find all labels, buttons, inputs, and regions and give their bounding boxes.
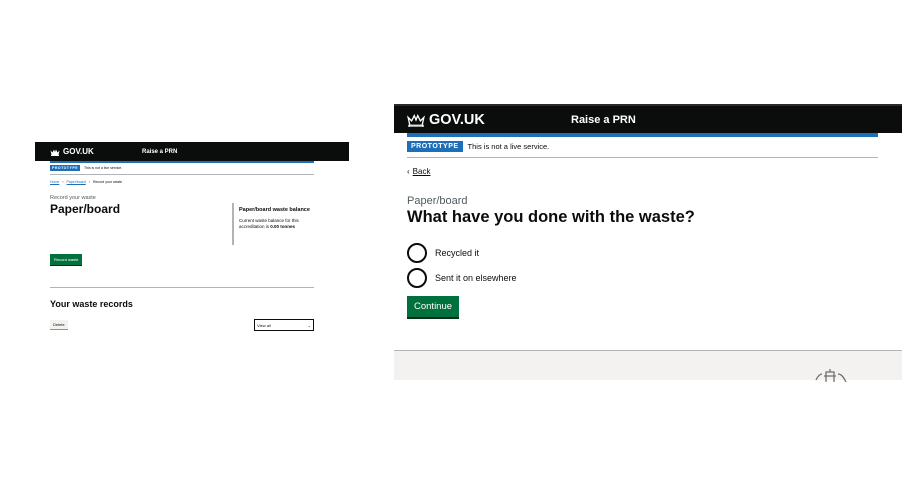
page-title: Paper/board [50,202,121,216]
phase-text: This is not a live service. [84,166,123,170]
phase-banner: PROTOTYPE This is not a live service. [50,165,314,175]
record-waste-button[interactable]: Record waste [50,254,83,265]
section-divider [50,287,314,288]
royal-crest-icon [815,369,847,382]
logo-text: GOV.UK [429,111,485,128]
page-title: What have you done with the waste? [407,208,695,226]
delete-button[interactable]: Delete [50,320,68,329]
waste-balance-amount: 0.00 tonnes [270,223,296,229]
service-name-link[interactable]: Raise a PRN [142,149,177,155]
waste-balance-heading: Paper/board waste balance [239,207,310,213]
breadcrumb-separator: › [88,180,90,184]
phase-tag: PROTOTYPE [407,141,463,152]
radio-sent-elsewhere[interactable]: Sent it on elsewhere [407,268,517,288]
waste-balance-panel: Paper/board waste balance Current waste … [232,203,312,245]
screenshot-waste-question: GOV.UK Raise a PRN PROTOTYPE This is not… [394,104,902,382]
chevron-left-icon: ‹ [407,167,410,176]
header-underline [407,133,878,137]
govuk-logo-link[interactable]: GOV.UK [50,147,94,156]
view-filter-select[interactable]: View all ⌄ [254,319,314,331]
continue-button[interactable]: Continue [407,296,460,317]
govuk-header: GOV.UK Raise a PRN [35,142,349,161]
breadcrumb: Home › Paper/board › Record your waste [50,180,122,184]
radio-label: Recycled it [435,248,480,258]
logo-text: GOV.UK [63,147,94,156]
view-filter-value: View all [257,322,271,328]
breadcrumb-separator: › [62,180,64,184]
phase-banner: PROTOTYPE This is not a live service. [407,141,878,158]
radio-button[interactable] [407,268,427,288]
page-caption: Paper/board [407,195,468,207]
phase-text: This is not a live service. [467,142,550,151]
crown-icon [50,149,60,156]
govuk-logo-link[interactable]: GOV.UK [407,112,485,128]
page-footer [394,350,902,382]
radio-button[interactable] [407,243,427,263]
phase-tag: PROTOTYPE [50,165,81,171]
back-link-label: Back [412,167,431,176]
breadcrumb-home[interactable]: Home [50,180,59,184]
crown-icon [407,113,425,127]
waste-balance-text: Current waste balance for this accredita… [239,218,312,230]
service-name-link[interactable]: Raise a PRN [571,114,636,126]
breadcrumb-paper-board[interactable]: Paper/board [67,180,86,184]
header-underline [50,161,314,163]
chevron-down-icon: ⌄ [307,322,311,328]
radio-recycled[interactable]: Recycled it [407,243,479,263]
page-caption: Record your waste [50,195,96,201]
records-heading: Your waste records [50,299,133,309]
back-link[interactable]: ‹ Back [407,167,430,176]
breadcrumb-current: Record your waste [92,180,123,184]
radio-label: Sent it on elsewhere [435,273,517,283]
govuk-header: GOV.UK Raise a PRN [394,104,902,133]
screenshot-record-waste: GOV.UK Raise a PRN PROTOTYPE This is not… [35,142,349,342]
